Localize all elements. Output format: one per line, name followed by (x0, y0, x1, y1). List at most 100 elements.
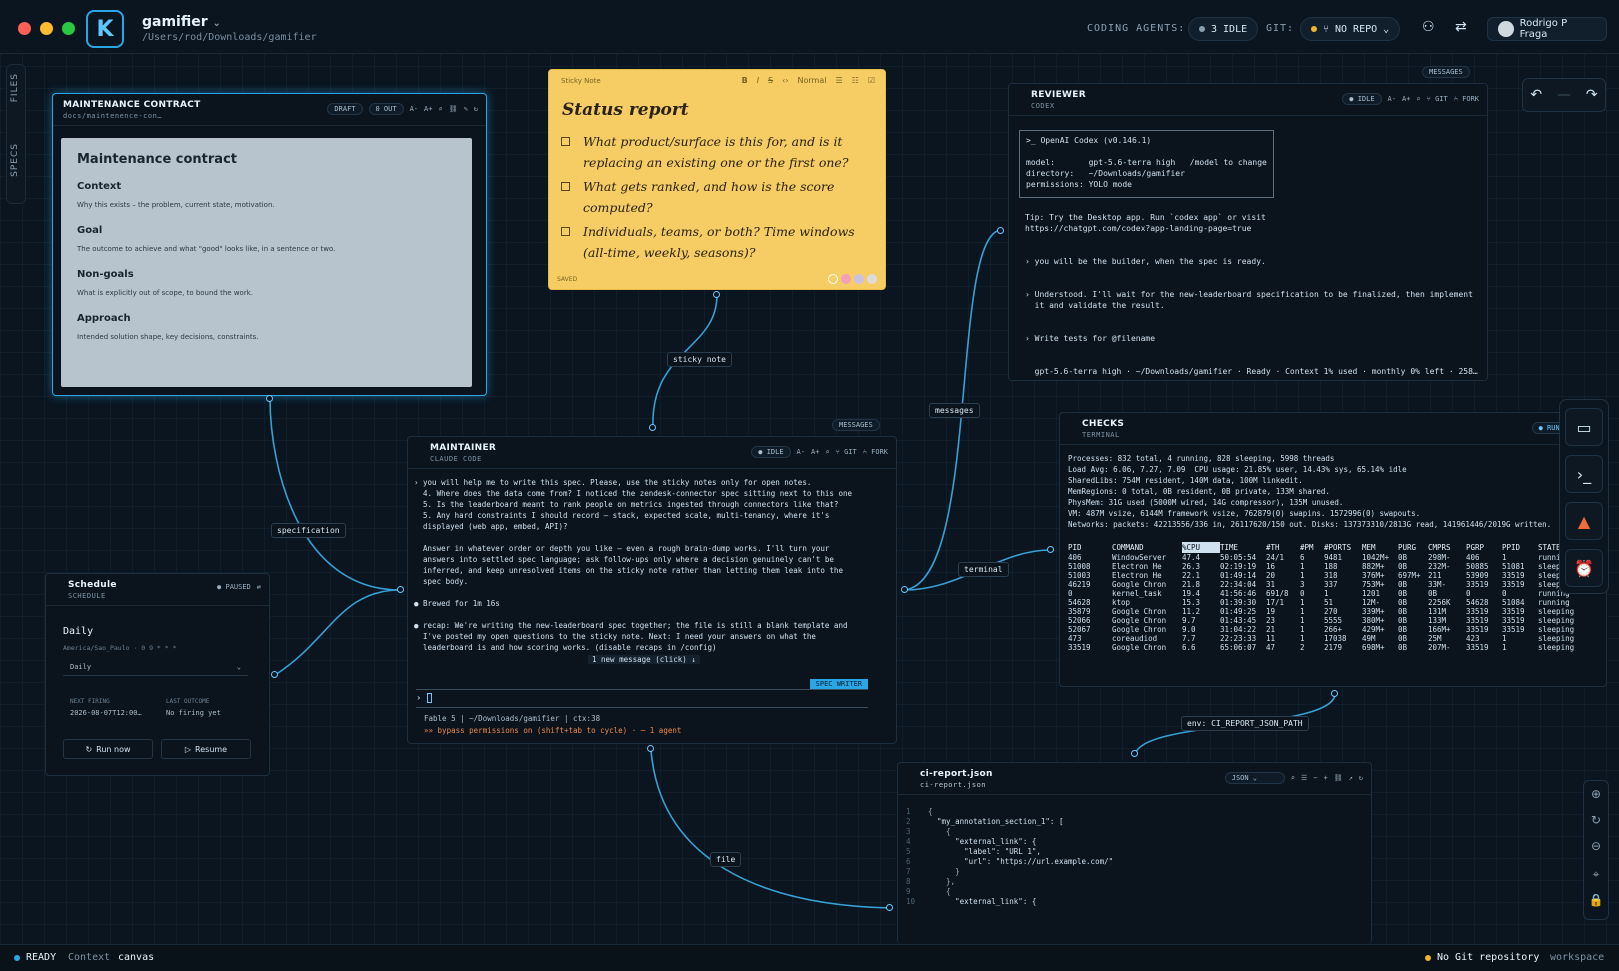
table-row[interactable]: 0 kernel_task 19.4 41:56:46 691/8 0 1 1201 0B 0B 0… (1068, 589, 1584, 598)
fit-view-icon[interactable]: ⌖ (1587, 867, 1605, 885)
format-select[interactable]: JSON ⌄ (1224, 772, 1285, 784)
port[interactable] (901, 586, 908, 593)
zoom-in-icon[interactable]: ⊕ (1587, 787, 1605, 805)
port[interactable] (397, 586, 404, 593)
close-window-icon[interactable] (18, 22, 31, 35)
font-increase-icon[interactable]: A+ (424, 105, 432, 113)
port[interactable] (713, 291, 720, 298)
search-icon[interactable]: ⌕ (825, 448, 829, 456)
new-message-button[interactable]: 1 new message (click) ↓ (588, 655, 700, 664)
swatch-gray[interactable] (867, 274, 877, 284)
checklist-item[interactable]: Individuals, teams, or both? Time window… (561, 221, 876, 263)
font-increase-icon[interactable]: A+ (1402, 95, 1410, 103)
user-menu[interactable]: Rodrigo P Fraga (1487, 17, 1607, 41)
git-menu[interactable]: ⑂ GIT (836, 448, 857, 456)
add-terminal-icon[interactable]: ›_ (1565, 455, 1603, 493)
table-row[interactable]: 51003 Electron He 22.1 01:49:14 20 1 318 376M+ 6… (1068, 571, 1584, 580)
terminal-summary[interactable]: Processes: 832 total, 4 running, 828 sle… (1068, 453, 1598, 530)
port[interactable] (649, 424, 656, 431)
search-icon[interactable]: ⌕ (1291, 774, 1295, 782)
table-row[interactable]: 46219 Google Chron 21.8 22:34:04 31 3 337 753M+… (1068, 580, 1584, 589)
text-style-select[interactable]: Normal (798, 76, 827, 85)
font-decrease-icon[interactable]: A- (410, 105, 418, 113)
port[interactable] (271, 671, 278, 678)
expand-icon[interactable]: + (1323, 774, 1327, 782)
reviewer-output[interactable]: Tip: Try the Desktop app. Run `codex app… (1025, 212, 1478, 377)
redo-icon[interactable]: ↷ (1586, 87, 1598, 103)
minimize-window-icon[interactable] (40, 22, 53, 35)
maintainer-output[interactable]: › you will help me to write this spec. P… (414, 477, 852, 653)
font-decrease-icon[interactable]: A- (1388, 95, 1396, 103)
port[interactable] (886, 904, 893, 911)
ci-report-panel[interactable]: ci-report.json ci-report.json JSON ⌄ ⌕ ☰ … (897, 762, 1372, 944)
zoom-out-icon[interactable]: ⊖ (1587, 839, 1605, 857)
checklist-item[interactable]: What product/surface is this for, and is… (561, 131, 876, 173)
edit-icon[interactable]: ✎ (464, 105, 468, 113)
link-icon[interactable]: ⛓ (1334, 774, 1343, 782)
search-icon[interactable]: ⌕ (1416, 95, 1420, 103)
wrap-icon[interactable]: ☰ (1301, 774, 1307, 782)
table-row[interactable]: 33519 Google Chron 6.6 65:06:07 47 2 2179 698M+… (1068, 643, 1584, 652)
add-schedule-icon[interactable]: ⏰ (1565, 549, 1603, 587)
port[interactable] (1331, 690, 1338, 697)
specs-tab[interactable]: SPECS (10, 143, 20, 177)
add-agent-icon[interactable]: ▲ (1565, 502, 1603, 540)
reviewer-panel[interactable]: REVIEWER CODEX ● IDLE A- A+ ⌕ ⑂ GIT ⑃ FORK… (1008, 83, 1488, 381)
maintainer-messages-button[interactable]: MESSAGES (832, 419, 880, 431)
table-row[interactable]: 35879 Google Chron 11.2 01:49:25 19 1 270 339M+… (1068, 607, 1584, 616)
document-body[interactable]: Maintenance contract Context Why this exi… (61, 138, 472, 387)
table-row[interactable]: 52067 Google Chron 9.0 31:04:22 21 1 266+ 429M+… (1068, 625, 1584, 634)
sticky-note-panel[interactable]: Sticky Note B I S ‹› Normal ☰ ☷ ☑ Status repo… (548, 69, 886, 290)
link-icon[interactable]: ⛓ (449, 105, 458, 113)
reviewer-messages-button[interactable]: MESSAGES (1422, 66, 1470, 78)
process-table[interactable]: PID COMMAND %CPU TIME #TH #PM #PORTS MEM PURG CMP… (1068, 542, 1584, 652)
reset-zoom-icon[interactable]: ↻ (1587, 813, 1605, 831)
refresh-icon[interactable]: ↻ (1359, 774, 1363, 782)
port[interactable] (997, 227, 1004, 234)
resume-button[interactable]: ▷ Resume (161, 739, 251, 759)
port[interactable] (1131, 750, 1138, 757)
swatch-yellow[interactable] (828, 274, 838, 284)
git-status-pill[interactable]: ⑂ NO REPO ⌄ (1300, 17, 1401, 41)
font-decrease-icon[interactable]: A- (797, 448, 805, 456)
maximize-window-icon[interactable] (62, 22, 75, 35)
frequency-select[interactable]: Daily ⌄ (63, 658, 248, 676)
swatch-lavender[interactable] (854, 274, 864, 284)
table-row[interactable]: 406 WindowServer 47.4 50:05:54 24/1 6 9481 1042… (1068, 553, 1584, 562)
project-selector[interactable]: gamifier ⌄ (142, 14, 221, 30)
ordered-list-icon[interactable]: ☷ (852, 76, 859, 85)
table-row[interactable]: 473 coreaudiod 7.7 22:23:33 11 1 17038 49M 0B 25M… (1068, 634, 1584, 643)
italic-icon[interactable]: I (757, 76, 759, 85)
maintenance-contract-panel[interactable]: MAINTENANCE CONTRACT docs/maintenence-co… (52, 93, 487, 396)
fork-button[interactable]: ⑃ FORK (1454, 95, 1479, 103)
checkbox-icon[interactable] (561, 182, 570, 191)
json-code[interactable]: 1{2 "my_annotation_section_1": [3 {4 "ex… (906, 807, 1113, 907)
checkbox-icon[interactable] (561, 137, 570, 146)
port[interactable] (266, 395, 273, 402)
table-row[interactable]: 52066 Google Chron 9.7 01:43:45 23 1 5555 380M+… (1068, 616, 1584, 625)
run-now-button[interactable]: ↻ Run now (63, 739, 153, 759)
port[interactable] (647, 745, 654, 752)
settings-sliders-icon[interactable]: ⇄ (1455, 19, 1467, 35)
lock-icon[interactable]: 🔒 (1587, 893, 1605, 911)
prompt-input[interactable]: › (416, 693, 432, 704)
checklist-icon[interactable]: ☑ (868, 76, 875, 85)
bold-icon[interactable]: B (742, 76, 748, 85)
search-icon[interactable]: ⌕ (438, 105, 442, 113)
checks-panel[interactable]: CHECKS TERMINAL ● RUNNING A- Processes: … (1059, 412, 1607, 687)
table-row[interactable]: 54628 ktop 15.3 01:39:30 17/1 1 51 12M- 0B 2256K 5… (1068, 598, 1584, 607)
fork-button[interactable]: ⑃ FORK (863, 448, 888, 456)
undo-icon[interactable]: ↶ (1530, 87, 1542, 103)
collapse-icon[interactable]: − (1313, 774, 1317, 782)
strike-icon[interactable]: S (768, 76, 773, 85)
add-document-icon[interactable]: ▭ (1565, 408, 1603, 446)
code-icon[interactable]: ‹› (782, 76, 788, 85)
port[interactable] (1047, 546, 1054, 553)
agents-icon[interactable]: ⚇ (1422, 19, 1435, 35)
table-row[interactable]: 51008 Electron He 26.3 02:19:19 16 1 188 882M+ 0… (1068, 562, 1584, 571)
checklist-item[interactable]: What gets ranked, and how is the score c… (561, 176, 876, 218)
maintainer-panel[interactable]: MAINTAINER CLAUDE CODE ● IDLE A- A+ ⌕ ⑂ GI… (407, 436, 897, 744)
git-menu[interactable]: ⑂ GIT (1427, 95, 1448, 103)
refresh-icon[interactable]: ↻ (474, 105, 478, 113)
files-tab[interactable]: FILES (10, 73, 20, 102)
